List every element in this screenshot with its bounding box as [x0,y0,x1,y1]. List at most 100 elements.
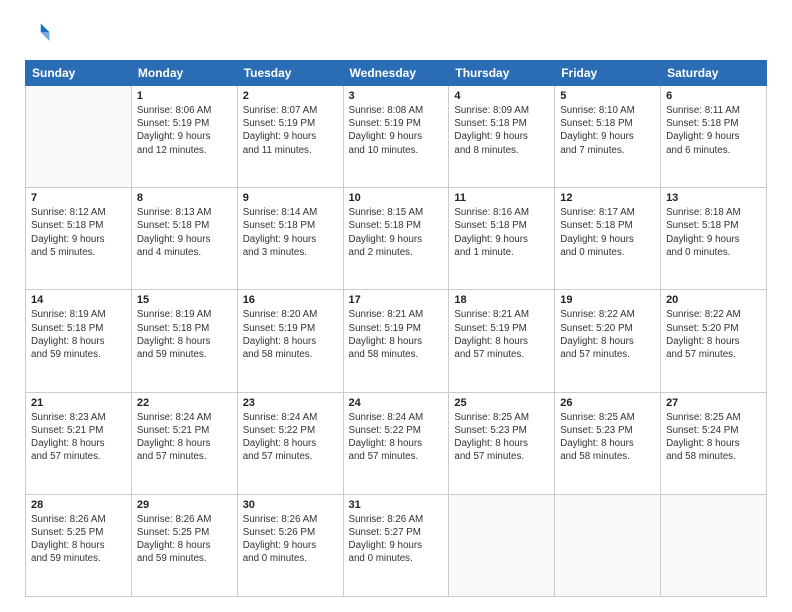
calendar-cell: 8Sunrise: 8:13 AMSunset: 5:18 PMDaylight… [131,188,237,290]
header-day-tuesday: Tuesday [237,61,343,86]
header-row: SundayMondayTuesdayWednesdayThursdayFrid… [26,61,767,86]
day-info: Sunrise: 8:07 AMSunset: 5:19 PMDaylight:… [243,104,338,157]
day-info: Sunrise: 8:26 AMSunset: 5:25 PMDaylight:… [137,513,232,566]
week-row-3: 14 Sunrise: 8:19 AMSunset: 5:18 PMDayligh… [26,290,767,392]
day-number: 30 [243,499,338,511]
day-info: Sunrise: 8:21 AMSunset: 5:19 PMDaylight:… [454,308,549,361]
day-number: 20 [666,294,761,306]
day-info: Sunrise: 8:14 AMSunset: 5:18 PMDaylight:… [243,206,338,259]
day-info: Sunrise: 8:08 AMSunset: 5:19 PMDaylight:… [349,104,444,157]
calendar-cell: 7 Sunrise: 8:12 AMSunset: 5:18 PMDaylight… [26,188,132,290]
day-number: 5 [560,90,655,102]
calendar-cell [26,86,132,188]
calendar-cell: 25 Sunrise: 8:25 AMSunset: 5:23 PMDayligh… [449,392,555,494]
header-day-saturday: Saturday [661,61,767,86]
day-number: 2 [243,90,338,102]
day-info: Sunrise: 8:15 AMSunset: 5:18 PMDaylight:… [349,206,444,259]
calendar-cell: 14Sunrise: 8:19 AMSunset: 5:18 PMDayligh… [26,290,132,392]
calendar-cell: 18 Sunrise: 8:21 AMSunset: 5:19 PMDayligh… [449,290,555,392]
calendar-cell: 15 Sunrise: 8:19 AMSunset: 5:18 PMDayligh… [131,290,237,392]
day-info: Sunrise: 8:17 AMSunset: 5:18 PMDaylight:… [560,206,655,259]
day-info: Sunrise: 8:21 AMSunset: 5:19 PMDaylight:… [349,308,444,361]
day-info: Sunrise: 8:13 AMSunset: 5:18 PMDaylight:… [137,206,232,259]
header-day-wednesday: Wednesday [343,61,449,86]
calendar-cell: 24 Sunrise: 8:24 AMSunset: 5:22 PMDayligh… [343,392,449,494]
day-info: Sunrise: 8:24 AMSunset: 5:22 PMDaylight:… [349,411,444,464]
day-info: Sunrise: 8:24 AMSunset: 5:21 PMDaylight:… [137,411,232,464]
logo-icon [25,20,53,48]
day-info: Sunrise: 8:26 AMSunset: 5:26 PMDaylight:… [243,513,338,566]
day-info: Sunrise: 8:19 AMSunset: 5:18 PMDaylight:… [137,308,232,361]
day-number: 15 [137,294,232,306]
day-number: 10 [349,192,444,204]
week-row-2: 7 Sunrise: 8:12 AMSunset: 5:18 PMDaylight… [26,188,767,290]
day-info: Sunrise: 8:22 AMSunset: 5:20 PMDaylight:… [666,308,761,361]
day-number: 23 [243,397,338,409]
day-number: 25 [454,397,549,409]
header-day-monday: Monday [131,61,237,86]
day-number: 14 [31,294,126,306]
calendar-cell: 11Sunrise: 8:16 AMSunset: 5:18 PMDayligh… [449,188,555,290]
page: SundayMondayTuesdayWednesdayThursdayFrid… [0,0,792,612]
calendar-cell: 13Sunrise: 8:18 AMSunset: 5:18 PMDayligh… [661,188,767,290]
calendar-cell: 30 Sunrise: 8:26 AMSunset: 5:26 PMDayligh… [237,494,343,596]
calendar-cell [661,494,767,596]
day-info: Sunrise: 8:26 AMSunset: 5:27 PMDaylight:… [349,513,444,566]
calendar-cell: 21Sunrise: 8:23 AMSunset: 5:21 PMDayligh… [26,392,132,494]
week-row-4: 21Sunrise: 8:23 AMSunset: 5:21 PMDayligh… [26,392,767,494]
day-number: 6 [666,90,761,102]
calendar-cell: 28 Sunrise: 8:26 AMSunset: 5:25 PMDayligh… [26,494,132,596]
logo [25,20,57,48]
day-number: 7 [31,192,126,204]
day-number: 27 [666,397,761,409]
header-day-thursday: Thursday [449,61,555,86]
day-number: 24 [349,397,444,409]
calendar-cell: 2 Sunrise: 8:07 AMSunset: 5:19 PMDaylight… [237,86,343,188]
day-info: Sunrise: 8:10 AMSunset: 5:18 PMDaylight:… [560,104,655,157]
day-number: 3 [349,90,444,102]
calendar-cell: 26 Sunrise: 8:25 AMSunset: 5:23 PMDayligh… [555,392,661,494]
day-info: Sunrise: 8:06 AMSunset: 5:19 PMDaylight:… [137,104,232,157]
calendar-cell: 9 Sunrise: 8:14 AMSunset: 5:18 PMDaylight… [237,188,343,290]
day-number: 1 [137,90,232,102]
day-info: Sunrise: 8:26 AMSunset: 5:25 PMDaylight:… [31,513,126,566]
day-number: 28 [31,499,126,511]
calendar-cell: 4Sunrise: 8:09 AMSunset: 5:18 PMDaylight… [449,86,555,188]
day-info: Sunrise: 8:16 AMSunset: 5:18 PMDaylight:… [454,206,549,259]
calendar-cell: 6 Sunrise: 8:11 AMSunset: 5:18 PMDaylight… [661,86,767,188]
calendar-cell: 19Sunrise: 8:22 AMSunset: 5:20 PMDayligh… [555,290,661,392]
day-info: Sunrise: 8:24 AMSunset: 5:22 PMDaylight:… [243,411,338,464]
day-number: 26 [560,397,655,409]
day-number: 13 [666,192,761,204]
calendar-cell: 5 Sunrise: 8:10 AMSunset: 5:18 PMDaylight… [555,86,661,188]
day-info: Sunrise: 8:25 AMSunset: 5:24 PMDaylight:… [666,411,761,464]
week-row-5: 28 Sunrise: 8:26 AMSunset: 5:25 PMDayligh… [26,494,767,596]
day-number: 18 [454,294,549,306]
calendar-cell [449,494,555,596]
day-info: Sunrise: 8:25 AMSunset: 5:23 PMDaylight:… [454,411,549,464]
day-info: Sunrise: 8:22 AMSunset: 5:20 PMDaylight:… [560,308,655,361]
day-info: Sunrise: 8:25 AMSunset: 5:23 PMDaylight:… [560,411,655,464]
day-number: 29 [137,499,232,511]
day-info: Sunrise: 8:12 AMSunset: 5:18 PMDaylight:… [31,206,126,259]
calendar-cell: 29 Sunrise: 8:26 AMSunset: 5:25 PMDayligh… [131,494,237,596]
day-number: 12 [560,192,655,204]
calendar-cell: 3 Sunrise: 8:08 AMSunset: 5:19 PMDaylight… [343,86,449,188]
day-info: Sunrise: 8:11 AMSunset: 5:18 PMDaylight:… [666,104,761,157]
calendar-cell: 12 Sunrise: 8:17 AMSunset: 5:18 PMDayligh… [555,188,661,290]
calendar-cell [555,494,661,596]
calendar-cell: 1 Sunrise: 8:06 AMSunset: 5:19 PMDaylight… [131,86,237,188]
day-info: Sunrise: 8:23 AMSunset: 5:21 PMDaylight:… [31,411,126,464]
calendar-cell: 10 Sunrise: 8:15 AMSunset: 5:18 PMDayligh… [343,188,449,290]
day-number: 31 [349,499,444,511]
week-row-1: 1 Sunrise: 8:06 AMSunset: 5:19 PMDaylight… [26,86,767,188]
day-info: Sunrise: 8:09 AMSunset: 5:18 PMDaylight:… [454,104,549,157]
header-day-friday: Friday [555,61,661,86]
calendar-cell: 22 Sunrise: 8:24 AMSunset: 5:21 PMDayligh… [131,392,237,494]
day-number: 22 [137,397,232,409]
day-number: 17 [349,294,444,306]
header [25,20,767,48]
calendar-cell: 17 Sunrise: 8:21 AMSunset: 5:19 PMDayligh… [343,290,449,392]
calendar-cell: 31 Sunrise: 8:26 AMSunset: 5:27 PMDayligh… [343,494,449,596]
day-number: 9 [243,192,338,204]
